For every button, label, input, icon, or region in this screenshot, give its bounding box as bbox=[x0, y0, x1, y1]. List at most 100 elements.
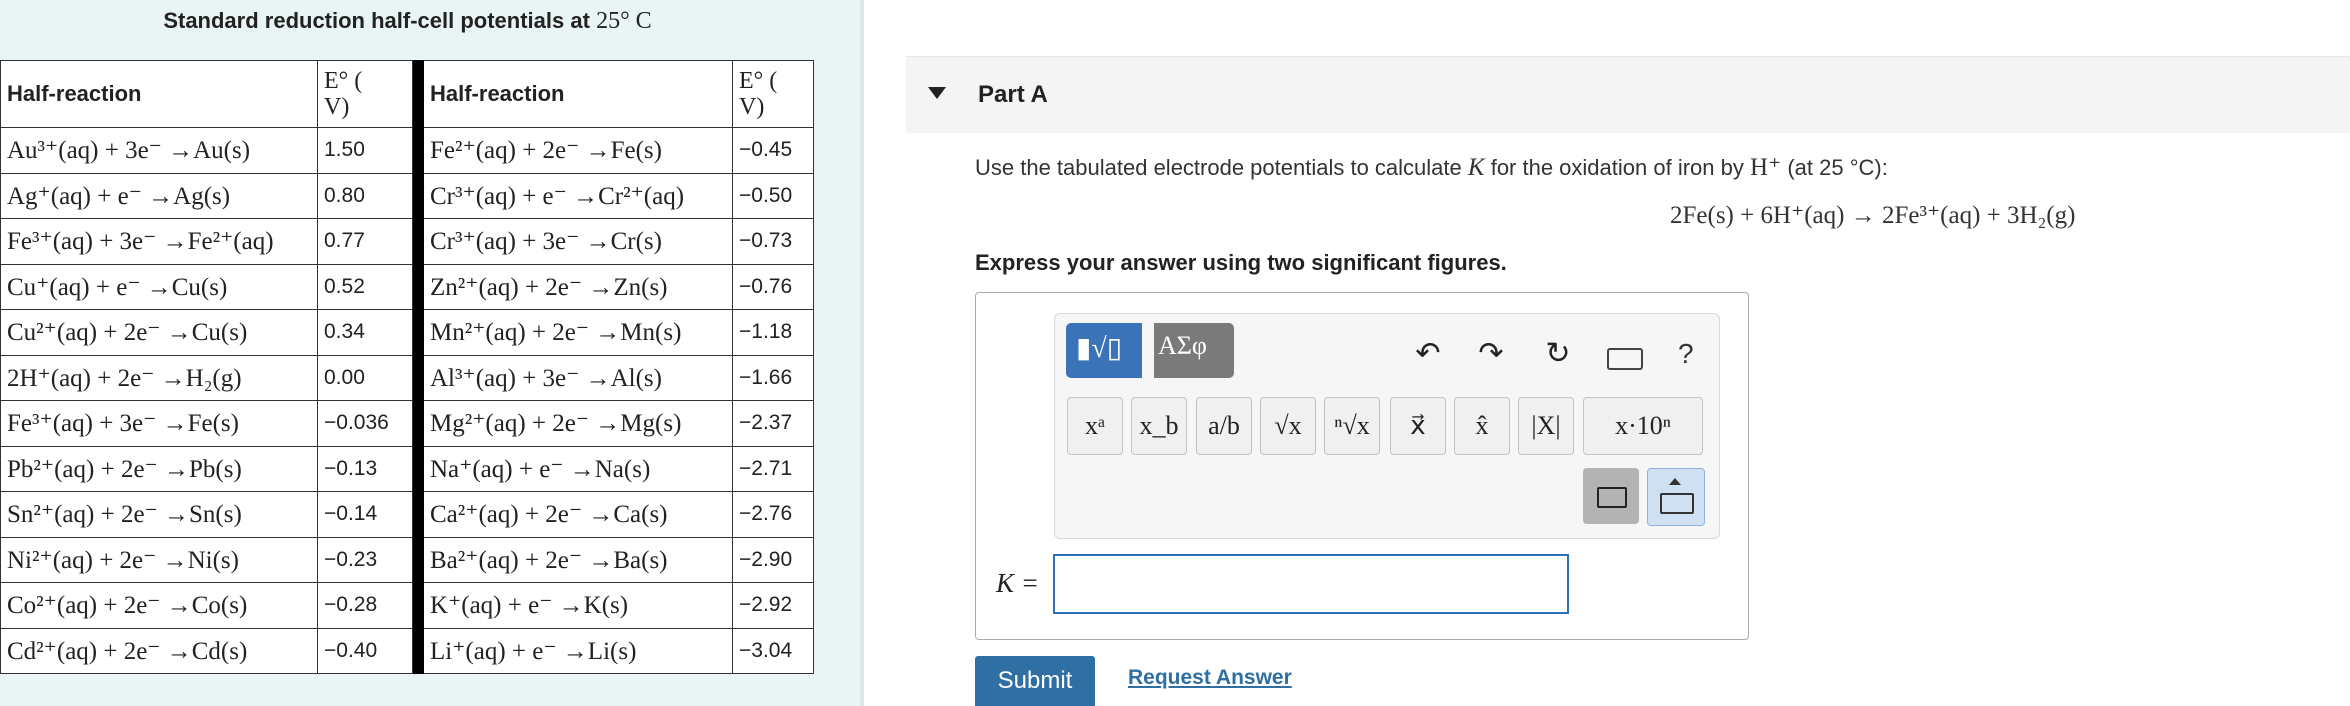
keyboard-icon bbox=[1660, 493, 1694, 514]
table-row: Cu⁺(aq) + e⁻ →Cu(s) 0.52 Zn²⁺(aq) + 2e⁻ →Z… bbox=[0, 263, 814, 310]
table-row: 2H⁺(aq) + 2e⁻ →H₂(g) 0.00 Al³⁺(aq) + 3e⁻ →… bbox=[0, 354, 814, 401]
reaction-cell: Cu⁺(aq) + e⁻ →Cu(s) bbox=[0, 263, 318, 310]
templates-button[interactable]: ▮√▯ bbox=[1066, 323, 1142, 378]
column-separator bbox=[412, 582, 424, 629]
reset-icon[interactable]: ↻ bbox=[1538, 334, 1578, 374]
scientific-notation-button[interactable]: x·10ⁿ bbox=[1583, 397, 1703, 455]
reaction-cell: Sn²⁺(aq) + 2e⁻ →Sn(s) bbox=[0, 491, 318, 538]
column-separator bbox=[412, 536, 424, 583]
table-row: Au³⁺(aq) + 3e⁻ →Au(s) 1.50 Fe²⁺(aq) + 2e⁻ … bbox=[0, 127, 814, 174]
reaction-equation: 2Fe(s) + 6H⁺(aq) → 2Fe³⁺(aq) + 3H₂(g) bbox=[1670, 202, 2076, 229]
reaction-cell: Cr³⁺(aq) + e⁻ →Cr²⁺(aq) bbox=[423, 172, 733, 219]
vector-button[interactable]: x⃗ bbox=[1390, 397, 1446, 455]
reaction-cell: Cd²⁺(aq) + 2e⁻ →Cd(s) bbox=[0, 627, 318, 674]
answer-label: K = bbox=[996, 568, 1039, 598]
part-header[interactable]: Part A bbox=[906, 56, 2350, 133]
column-separator bbox=[412, 491, 424, 538]
unit-vector-button[interactable]: x̂ bbox=[1454, 397, 1510, 455]
panel-divider bbox=[860, 0, 864, 706]
column-separator bbox=[412, 400, 424, 447]
request-answer-link[interactable]: Request Answer bbox=[1128, 666, 1292, 690]
table-row: Sn²⁺(aq) + 2e⁻ →Sn(s) −0.14 Ca²⁺(aq) + 2e⁻… bbox=[0, 491, 814, 538]
absolute-value-button[interactable]: |X| bbox=[1518, 397, 1574, 455]
potential-cell: 1.50 bbox=[317, 127, 413, 174]
potential-cell: −1.18 bbox=[732, 309, 814, 356]
reaction-cell: Cr³⁺(aq) + 3e⁻ →Cr(s) bbox=[423, 218, 733, 265]
answer-input[interactable] bbox=[1053, 554, 1569, 614]
column-separator bbox=[412, 127, 424, 174]
backspace-button[interactable] bbox=[1583, 468, 1639, 524]
reaction-cell: Ba²⁺(aq) + 2e⁻ →Ba(s) bbox=[423, 536, 733, 583]
undo-icon[interactable]: ↶ bbox=[1408, 334, 1448, 374]
potential-cell: −0.28 bbox=[317, 582, 413, 629]
keyboard-toggle-button[interactable] bbox=[1647, 468, 1705, 526]
reaction-cell: Ag⁺(aq) + e⁻ →Ag(s) bbox=[0, 172, 318, 219]
reference-panel: Standard reduction half-cell potentials … bbox=[0, 0, 860, 706]
keyboard-shortcuts-icon[interactable] bbox=[1607, 348, 1643, 370]
table-row: Ni²⁺(aq) + 2e⁻ →Ni(s) −0.23 Ba²⁺(aq) + 2e⁻… bbox=[0, 536, 814, 583]
table-row: Co²⁺(aq) + 2e⁻ →Co(s) −0.28 K⁺(aq) + e⁻ →K… bbox=[0, 582, 814, 629]
potential-cell: −0.73 bbox=[732, 218, 814, 265]
keyboard-up-icon bbox=[1669, 478, 1681, 485]
potential-cell: −0.23 bbox=[317, 536, 413, 583]
table-header-row: Half-reaction E° (V) Half-reaction E° (V… bbox=[0, 60, 814, 128]
potential-cell: −2.92 bbox=[732, 582, 814, 629]
column-separator bbox=[412, 309, 424, 356]
table-row: Pb²⁺(aq) + 2e⁻ →Pb(s) −0.13 Na⁺(aq) + e⁻ →… bbox=[0, 445, 814, 492]
table-title: Standard reduction half-cell potentials … bbox=[163, 8, 652, 34]
potential-cell: −0.45 bbox=[732, 127, 814, 174]
subscript-button[interactable]: x_b bbox=[1131, 397, 1187, 455]
potential-cell: −0.50 bbox=[732, 172, 814, 219]
potential-cell: −0.036 bbox=[317, 400, 413, 447]
reaction-cell: K⁺(aq) + e⁻ →K(s) bbox=[423, 582, 733, 629]
question-text: Use the tabulated electrode potentials t… bbox=[975, 154, 1888, 181]
column-separator bbox=[412, 354, 424, 401]
help-button[interactable]: ? bbox=[1678, 338, 1694, 370]
superscript-button[interactable]: xᵃ bbox=[1067, 397, 1123, 455]
column-separator bbox=[412, 218, 424, 265]
reaction-cell: Zn²⁺(aq) + 2e⁻ →Zn(s) bbox=[423, 263, 733, 310]
potential-cell: 0.00 bbox=[317, 354, 413, 401]
column-separator bbox=[412, 627, 424, 674]
reaction-cell: Fe³⁺(aq) + 3e⁻ →Fe(s) bbox=[0, 400, 318, 447]
reaction-cell: Co²⁺(aq) + 2e⁻ →Co(s) bbox=[0, 582, 318, 629]
reaction-cell: Pb²⁺(aq) + 2e⁻ →Pb(s) bbox=[0, 445, 318, 492]
column-separator bbox=[412, 445, 424, 492]
backspace-icon bbox=[1597, 487, 1627, 508]
reaction-cell: 2H⁺(aq) + 2e⁻ →H₂(g) bbox=[0, 354, 318, 401]
potential-cell: −0.40 bbox=[317, 627, 413, 674]
potential-cell: −2.90 bbox=[732, 536, 814, 583]
nth-root-button[interactable]: ⁿ√x bbox=[1324, 397, 1380, 455]
part-title: Part A bbox=[978, 81, 1048, 108]
greek-symbols-button[interactable]: ΑΣφ bbox=[1154, 323, 1234, 378]
instruction-text: Express your answer using two significan… bbox=[975, 250, 1507, 275]
table-row: Cd²⁺(aq) + 2e⁻ →Cd(s) −0.40 Li⁺(aq) + e⁻ →… bbox=[0, 627, 814, 674]
potential-cell: 0.80 bbox=[317, 172, 413, 219]
reaction-cell: Na⁺(aq) + e⁻ →Na(s) bbox=[423, 445, 733, 492]
potential-cell: 0.34 bbox=[317, 309, 413, 356]
potential-cell: −3.04 bbox=[732, 627, 814, 674]
reaction-cell: Ni²⁺(aq) + 2e⁻ →Ni(s) bbox=[0, 536, 318, 583]
reaction-cell: Al³⁺(aq) + 3e⁻ →Al(s) bbox=[423, 354, 733, 401]
potential-cell: 0.52 bbox=[317, 263, 413, 310]
templates-icon: ▮√▯ bbox=[1076, 333, 1123, 364]
submit-button[interactable]: Submit bbox=[975, 656, 1095, 706]
header-half-reaction: Half-reaction bbox=[0, 60, 318, 128]
table-row: Fe³⁺(aq) + 3e⁻ →Fe²⁺(aq) 0.77 Cr³⁺(aq) + 3… bbox=[0, 218, 814, 265]
table-row: Cu²⁺(aq) + 2e⁻ →Cu(s) 0.34 Mn²⁺(aq) + 2e⁻ … bbox=[0, 309, 814, 356]
reaction-cell: Fe²⁺(aq) + 2e⁻ →Fe(s) bbox=[423, 127, 733, 174]
square-root-button[interactable]: √x bbox=[1260, 397, 1316, 455]
potential-table: Half-reaction E° (V) Half-reaction E° (V… bbox=[0, 60, 814, 674]
header-potential: E° (V) bbox=[317, 60, 413, 128]
column-separator bbox=[412, 60, 424, 128]
header-potential: E° (V) bbox=[732, 60, 814, 128]
reaction-cell: Ca²⁺(aq) + 2e⁻ →Ca(s) bbox=[423, 491, 733, 538]
collapse-caret-icon[interactable] bbox=[928, 87, 946, 99]
reaction-cell: Cu²⁺(aq) + 2e⁻ →Cu(s) bbox=[0, 309, 318, 356]
table-row: Fe³⁺(aq) + 3e⁻ →Fe(s) −0.036 Mg²⁺(aq) + 2e… bbox=[0, 400, 814, 447]
fraction-button[interactable]: a/b bbox=[1196, 397, 1252, 455]
redo-icon[interactable]: ↷ bbox=[1471, 334, 1511, 374]
potential-cell: −2.37 bbox=[732, 400, 814, 447]
column-separator bbox=[412, 263, 424, 310]
potential-cell: −0.13 bbox=[317, 445, 413, 492]
